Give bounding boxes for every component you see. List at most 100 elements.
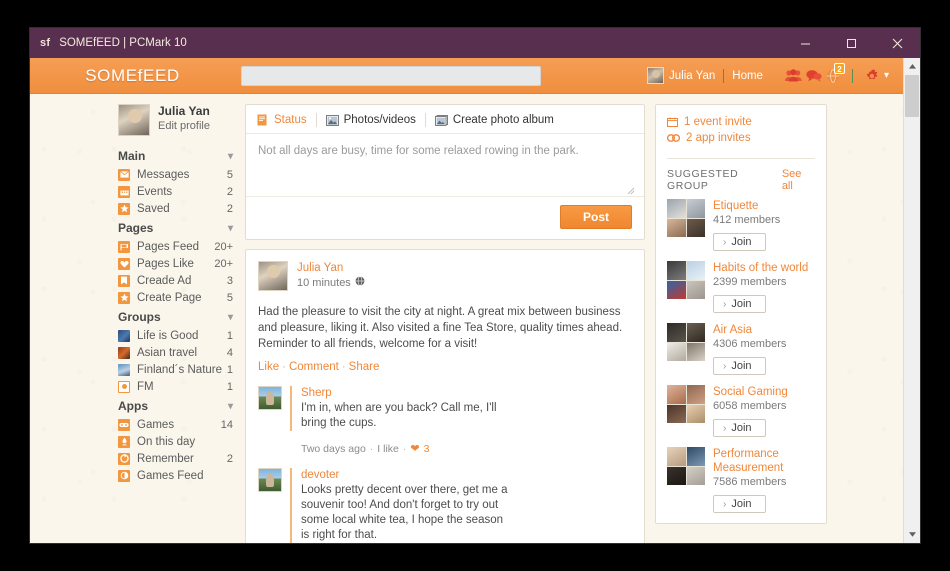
sidebar-item-creade-ad[interactable]: Creade Ad 3 [118,272,233,289]
sidebar-item-label: On this day [137,435,196,448]
composer-text[interactable]: Not all days are busy, time for some rel… [258,144,632,159]
sidebar-item-messages[interactable]: Messages 5 [118,166,233,183]
chevron-down-icon[interactable]: ▾ [228,223,233,234]
group-thumbnail [667,199,705,237]
sidebar-section-groups[interactable]: Groups ▾ [118,310,233,324]
join-button[interactable]: › Join [713,295,766,313]
group-name[interactable]: Air Asia [713,323,815,337]
envelope-icon [118,168,130,181]
sidebar-item-asian-travel[interactable]: Asian travel 4 [118,344,233,361]
chevron-down-icon[interactable]: ▾ [228,151,233,162]
scrollbar-track[interactable] [904,75,920,526]
like-link[interactable]: Like [258,361,279,373]
sidebar-section-apps[interactable]: Apps ▾ [118,399,233,413]
edit-profile-link[interactable]: Edit profile [158,119,210,133]
gear-icon[interactable] [865,68,879,83]
browser-page-area: SOMEfEED Julia Yan Home 2 ▾ Julia Yan Ed… [30,58,920,543]
close-button[interactable] [874,28,920,58]
comment-author[interactable]: devoter [301,468,632,483]
sidebar-item-on-this-day[interactable]: On this day [118,433,233,450]
heart-icon: ❤ [410,443,420,455]
join-button[interactable]: › Join [713,357,766,375]
sidebar-item-games[interactable]: Games 14 [118,416,233,433]
group-thumbnail [667,447,705,485]
sidebar-section-main[interactable]: Main ▾ [118,149,233,163]
comment-text: Looks pretty decent over there, get me a… [301,484,508,541]
post-author[interactable]: Julia Yan [297,261,365,276]
sidebar-item-count: 3 [226,274,233,287]
sidebar-profile[interactable]: Julia Yan Edit profile [118,104,233,136]
sidebar-item-count: 2 [226,202,233,215]
calendar-icon [667,117,678,127]
sidebar-item-label: Remember [137,452,194,465]
sidebar-item-pages-feed[interactable]: Pages Feed 20+ [118,238,233,255]
chevron-right-icon: › [723,360,727,372]
sidebar-item-games-feed[interactable]: Games Feed [118,467,233,484]
group-name[interactable]: Social Gaming [713,385,815,399]
group-name[interactable]: Etiquette [713,199,815,213]
header-user[interactable]: Julia Yan [647,67,715,84]
group-info: Etiquette 412 members › Join [713,199,815,251]
chevron-down-icon[interactable]: ▾ [884,70,889,81]
chevron-down-icon[interactable]: ▾ [228,312,233,323]
tab-status[interactable]: Status [256,114,307,127]
window-titlebar: sf SOMEfEED | PCMark 10 [30,28,920,58]
join-button[interactable]: › Join [713,233,766,251]
sidebar-item-finlands-nature[interactable]: Finland´s Nature 1 [118,361,233,378]
settings-menu[interactable]: ▾ [865,68,889,83]
comment-like-link[interactable]: I like [377,443,399,455]
comment-link[interactable]: Comment [289,361,339,373]
join-button[interactable]: › Join [713,419,766,437]
right-sidebar: 1 event invite 2 app invites SUGGESTED G… [655,104,827,543]
see-all-link[interactable]: See all [782,168,815,192]
tab-create-photo-album[interactable]: Create photo album [434,114,554,127]
promo-banner[interactable]: WIN ! [655,536,827,543]
tab-photos-videos[interactable]: Photos/videos [325,114,416,127]
vertical-scrollbar[interactable] [903,58,920,543]
share-link[interactable]: Share [349,361,380,373]
sidebar-item-label: Asian travel [137,346,198,359]
notifications-icon[interactable]: 2 [826,62,845,83]
comment-author[interactable]: Sherp [301,386,632,401]
comment-time: Two days ago [301,442,366,455]
left-sidebar: Julia Yan Edit profile Main ▾ Messages 5… [30,104,245,543]
sidebar-item-life-is-good[interactable]: Life is Good 1 [118,327,233,344]
sidebar-item-events[interactable]: Events 2 [118,183,233,200]
post-header: Julia Yan 10 minutes [258,261,632,291]
sidebar-item-pages-like[interactable]: Pages Like 20+ [118,255,233,272]
sidebar-item-label: Finland´s Nature [137,363,223,376]
sidebar-item-label: FM [137,380,154,393]
post-body: Had the pleasure to visit the city at ni… [258,306,623,350]
group-info: Habits of the world 2399 members › Join [713,261,815,313]
window-title: SOMEfEED | PCMark 10 [59,37,187,49]
meta-separator: · [369,442,374,455]
event-invite-row[interactable]: 1 event invite [667,114,815,130]
group-name[interactable]: Performance Measurement [713,447,815,475]
site-brand[interactable]: SOMEfEED [30,66,235,86]
minimize-button[interactable] [782,28,828,58]
sidebar-item-count: 2 [226,452,233,465]
chevron-down-icon[interactable]: ▾ [228,401,233,412]
tab-divider [424,113,426,127]
messages-icon[interactable] [806,69,822,82]
friends-icon[interactable] [784,69,802,82]
sidebar-section-pages[interactable]: Pages ▾ [118,221,233,235]
suggested-group-header: SUGGESTED GROUP See all [656,159,826,199]
scroll-up-button[interactable] [904,58,920,75]
scrollbar-thumb[interactable] [905,75,919,117]
sidebar-item-create-page[interactable]: Create Page 5 [118,289,233,306]
sidebar-item-saved[interactable]: Saved 2 [118,200,233,217]
search-input[interactable] [241,65,541,86]
scroll-down-button[interactable] [904,526,920,543]
maximize-button[interactable] [828,28,874,58]
composer-textarea-wrap[interactable]: Not all days are busy, time for some rel… [246,134,644,159]
tab-label: Status [274,114,307,126]
composer-resize-handle[interactable] [246,159,644,197]
group-name[interactable]: Habits of the world [713,261,815,275]
sidebar-item-remember[interactable]: Remember 2 [118,450,233,467]
join-button[interactable]: › Join [713,495,766,513]
post-button[interactable]: Post [559,205,632,229]
home-link[interactable]: Home [732,70,763,82]
app-invite-row[interactable]: 2 app invites [667,130,815,146]
sidebar-item-fm[interactable]: FM 1 [118,378,233,395]
